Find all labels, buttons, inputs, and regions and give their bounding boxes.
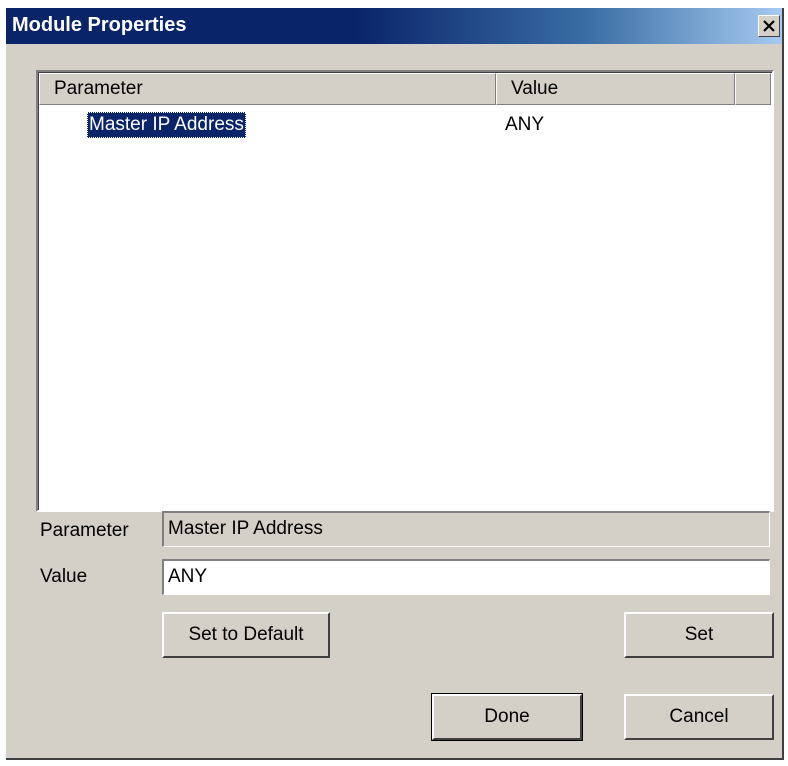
column-header-value[interactable]: Value [496,73,735,105]
window-title: Module Properties [12,14,187,36]
parameter-list[interactable]: Parameter Value Master IP Address ANY [36,70,774,512]
list-item-value[interactable]: ANY [505,112,544,138]
module-properties-dialog: Module Properties Parameter Value Master… [6,8,784,760]
set-button[interactable]: Set [624,612,774,658]
close-button[interactable] [758,15,780,37]
cancel-button[interactable]: Cancel [624,694,774,740]
column-header-parameter[interactable]: Parameter [39,73,496,105]
list-header: Parameter Value [39,73,771,105]
value-label: Value [40,566,88,587]
column-header-filler [735,73,771,105]
parameter-field: Master IP Address [162,511,770,547]
parameter-label: Parameter [40,520,129,541]
close-icon [763,20,775,32]
value-input[interactable]: ANY [162,559,770,595]
title-bar[interactable]: Module Properties [6,8,782,44]
done-button[interactable]: Done [431,693,583,741]
list-item-parameter[interactable]: Master IP Address [87,112,246,138]
list-item[interactable]: Master IP Address ANY [39,110,771,140]
set-to-default-button[interactable]: Set to Default [162,612,330,658]
